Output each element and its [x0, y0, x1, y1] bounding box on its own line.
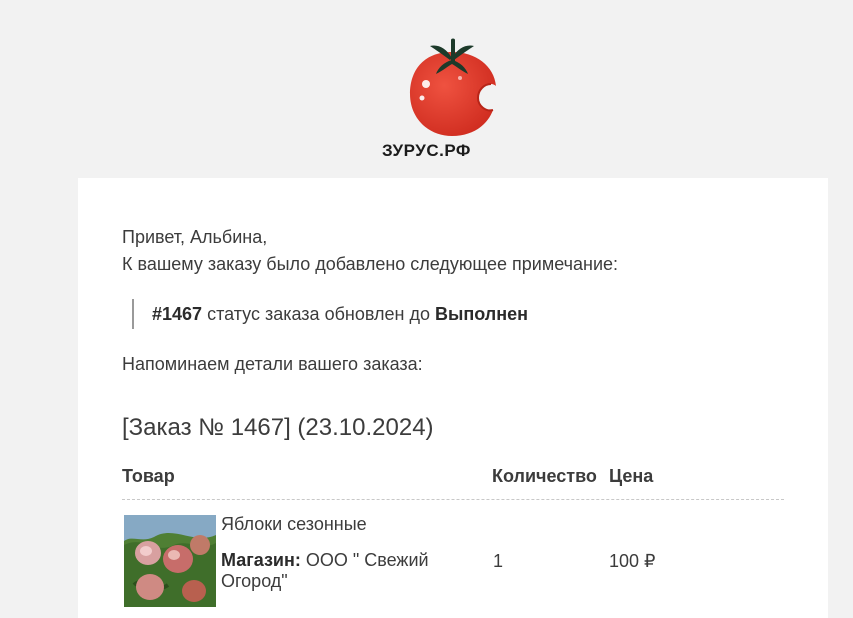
product-quantity: 1 [493, 551, 504, 571]
header-logo-area: ЗУРУС.РФ [0, 0, 853, 178]
table-divider [122, 499, 784, 500]
brand-name[interactable]: ЗУРУС.РФ [0, 141, 853, 161]
reminder-text: Напоминаем детали вашего заказа: [122, 354, 423, 374]
header-price: Цена [609, 466, 654, 486]
product-thumbnail-apples[interactable] [124, 515, 216, 607]
greeting-block: Привет, Альбина, К вашему заказу было до… [122, 224, 618, 278]
product-name: Яблоки сезонные [221, 514, 367, 534]
intro-text: К вашему заказу было добавлено следующее… [122, 254, 619, 274]
order-ref: #1467 [152, 304, 203, 324]
tomato-logo-icon[interactable] [400, 34, 504, 142]
order-status: Выполнен [434, 304, 528, 324]
email-card: Привет, Альбина, К вашему заказу было до… [78, 178, 828, 618]
header-product: Товар [122, 466, 175, 486]
product-shop: Магазин: ООО " Свежий Огород" [221, 550, 471, 592]
shop-label: Магазин: [221, 550, 301, 570]
note-text: статус заказа обновлен до [202, 304, 435, 324]
order-title: [Заказ № 1467] (23.10.2024) [122, 414, 434, 441]
order-note-quote: #1467 статус заказа обновлен до Выполнен [132, 299, 528, 329]
greeting-text: Привет, Альбина, [122, 227, 268, 247]
header-quantity: Количество [492, 466, 597, 486]
product-price: 100 ₽ [609, 551, 656, 571]
